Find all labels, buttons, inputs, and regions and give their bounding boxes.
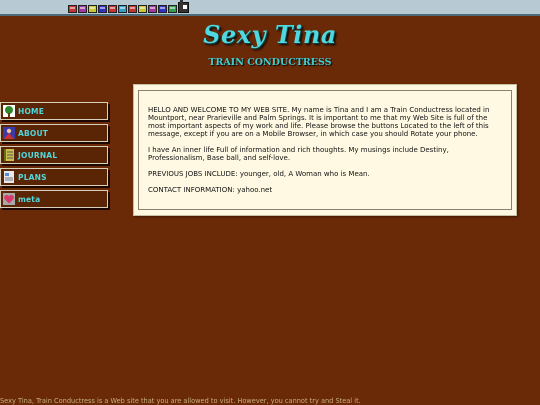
- nav-label-plans: PLANS: [18, 172, 47, 182]
- person-icon: [2, 127, 15, 140]
- notebook-icon: [2, 149, 15, 162]
- welcome-paragraph: HELLO AND WELCOME TO MY WEB SITE. My nam…: [148, 106, 490, 138]
- train-car-icon: [78, 5, 87, 13]
- train-car-icon: [148, 5, 157, 13]
- welcome-panel-body: HELLO AND WELCOME TO MY WEB SITE. My nam…: [138, 90, 512, 210]
- train-car-icon: [158, 5, 167, 13]
- train-car-icon: [68, 5, 77, 13]
- train-car-icon: [88, 5, 97, 13]
- train-graphic: [68, 0, 189, 13]
- contact-paragraph: CONTACT INFORMATION: yahoo.net: [148, 186, 273, 194]
- nav-item-home[interactable]: HOME: [0, 102, 108, 120]
- nav-item-meta[interactable]: meta: [0, 190, 108, 208]
- top-bar: [0, 0, 540, 16]
- site-subtitle: TRAIN CONDUCTRESS: [208, 57, 332, 68]
- nav-label-about: ABOUT: [18, 128, 49, 138]
- nav-item-about[interactable]: ABOUT: [0, 124, 108, 142]
- welcome-panel: HELLO AND WELCOME TO MY WEB SITE. My nam…: [133, 84, 517, 216]
- train-car-icon: [138, 5, 147, 13]
- inner-life-paragraph: I have An inner life Full of information…: [148, 146, 449, 162]
- document-icon: [2, 171, 15, 184]
- train-car-icon: [128, 5, 137, 13]
- nav-label-home: HOME: [18, 106, 45, 116]
- nav-item-plans[interactable]: PLANS: [0, 168, 108, 186]
- previous-jobs-paragraph: PREVIOUS JOBS INCLUDE: younger, old, A W…: [148, 170, 370, 178]
- train-car-icon: [118, 5, 127, 13]
- nav-label-journal: JOURNAL: [18, 150, 58, 160]
- site-title: Sexy Tina: [203, 20, 337, 49]
- nav-item-journal[interactable]: JOURNAL: [0, 146, 108, 164]
- nav-label-meta: meta: [18, 194, 41, 204]
- footer-text: Sexy Tina, Train Conductress is a Web si…: [0, 397, 361, 405]
- train-engine-icon: [178, 0, 189, 13]
- tree-icon: [2, 105, 15, 118]
- heart-icon: [2, 193, 15, 206]
- train-car-icon: [168, 5, 177, 13]
- train-car-icon: [98, 5, 107, 13]
- train-car-icon: [108, 5, 117, 13]
- sidebar-nav: HOME ABOUT JOURNAL PLANS meta: [0, 102, 108, 212]
